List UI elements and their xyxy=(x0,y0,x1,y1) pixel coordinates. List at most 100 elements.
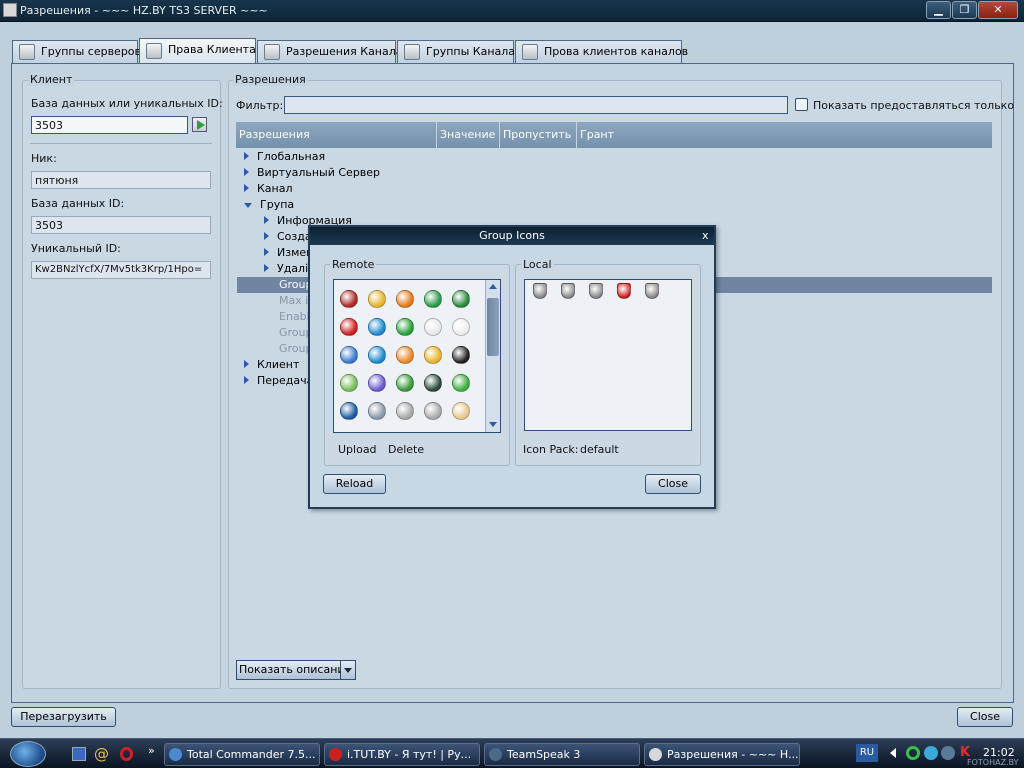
col-grant[interactable]: Грант xyxy=(577,122,992,148)
tab-label: Группы серверов xyxy=(41,45,142,58)
collapse-icon[interactable] xyxy=(244,203,252,208)
taskbar-task[interactable]: TeamSpeak 3 xyxy=(484,743,640,766)
heart-green-icon[interactable] xyxy=(452,374,470,392)
minus-icon[interactable] xyxy=(396,402,414,420)
star-blue-icon[interactable] xyxy=(340,346,358,364)
window-titlebar[interactable]: Разрешения - ~~~ HZ.BY TS3 SERVER ~~~ ▁ … xyxy=(0,0,1024,22)
show-description-dropdown[interactable] xyxy=(340,660,356,680)
expand-icon[interactable] xyxy=(264,232,269,240)
tree-row[interactable]: Канал xyxy=(237,181,992,197)
remote-legend: Remote xyxy=(330,258,377,271)
permissions-table-header: Разрешения Значение Пропустить Грант xyxy=(236,122,992,148)
start-button[interactable] xyxy=(10,741,46,767)
teamspeak-tray-icon[interactable] xyxy=(941,746,955,760)
computer-icon[interactable] xyxy=(368,402,386,420)
rss-icon[interactable] xyxy=(396,290,414,308)
lookup-button[interactable] xyxy=(192,117,207,132)
sticky-note-icon[interactable] xyxy=(368,290,386,308)
remote-scrollbar[interactable] xyxy=(485,280,500,432)
scroll-thumb[interactable] xyxy=(487,298,499,356)
dialog-reload-button[interactable]: Reload xyxy=(323,474,386,494)
icq-icon[interactable] xyxy=(906,746,920,760)
opera-icon[interactable] xyxy=(120,747,133,761)
filter-label: Фильтр: xyxy=(236,99,284,112)
tab-channel-client-perms[interactable]: Прова клиентов каналов xyxy=(515,40,688,63)
shield-red-icon[interactable] xyxy=(617,283,631,299)
expand-icon[interactable] xyxy=(244,184,249,192)
plus-icon[interactable] xyxy=(396,374,414,392)
db-or-uid-input[interactable]: 3503 xyxy=(31,116,188,134)
delete-button[interactable]: Delete xyxy=(388,443,424,456)
maximize-button[interactable]: ❐ xyxy=(952,1,977,19)
expand-icon[interactable] xyxy=(244,360,249,368)
language-indicator[interactable]: RU xyxy=(856,744,878,762)
tab-client-rights[interactable]: Права Клиента xyxy=(139,38,256,64)
expand-icon[interactable] xyxy=(244,152,249,160)
expand-icon[interactable] xyxy=(264,216,269,224)
task-list: Total Commander 7.5... i.TUT.BY - Я тут! … xyxy=(164,739,844,768)
dialog-close-button[interactable]: Close xyxy=(645,474,701,494)
tree-row[interactable]: Група xyxy=(237,197,992,213)
scroll-up-icon[interactable] xyxy=(489,284,497,289)
filter-input[interactable] xyxy=(284,96,788,114)
shield-gray-icon[interactable] xyxy=(533,283,547,299)
eye-icon[interactable] xyxy=(340,402,358,420)
show-description-button[interactable]: Показать описание xyxy=(236,660,351,680)
tree-row[interactable]: Виртуальный Сервер xyxy=(237,165,992,181)
col-permission[interactable]: Разрешения xyxy=(236,122,437,148)
dialog-close-icon[interactable]: x xyxy=(702,229,712,243)
shield-server-icon[interactable] xyxy=(561,283,575,299)
scroll-down-icon[interactable] xyxy=(489,422,497,427)
taskbar-task[interactable]: i.TUT.BY - Я тут! | Ру... xyxy=(324,743,480,766)
save-icon[interactable] xyxy=(72,747,86,761)
tree-row-label: Клиент xyxy=(257,358,300,371)
taskbar-task[interactable]: Total Commander 7.5... xyxy=(164,743,320,766)
speech-bubble-icon[interactable] xyxy=(424,318,442,336)
col-skip[interactable]: Пропустить xyxy=(500,122,577,148)
skype-green-icon[interactable] xyxy=(396,318,414,336)
minimize-button[interactable]: ▁ xyxy=(926,1,951,19)
settings-icon[interactable] xyxy=(424,402,442,420)
col-value[interactable]: Значение xyxy=(437,122,500,148)
icon-pack-label: Icon Pack: xyxy=(523,443,579,456)
excel-icon[interactable] xyxy=(452,290,470,308)
star-burst-icon[interactable] xyxy=(340,290,358,308)
shield-s-icon[interactable] xyxy=(589,283,603,299)
remote-icon-list[interactable] xyxy=(333,279,501,433)
expand-icon[interactable] xyxy=(264,248,269,256)
close-button[interactable]: Close xyxy=(957,707,1013,727)
tree-row[interactable]: Глобальная xyxy=(237,149,992,165)
upload-button[interactable]: Upload xyxy=(338,443,377,456)
skype-red-icon[interactable] xyxy=(340,318,358,336)
client-rights-icon xyxy=(146,43,162,59)
skype-icon[interactable] xyxy=(368,346,386,364)
local-icon-list[interactable] xyxy=(524,279,692,431)
tree-row-label: Канал xyxy=(257,182,293,195)
mail-icon[interactable]: @ xyxy=(94,745,110,763)
flower-icon[interactable] xyxy=(396,346,414,364)
gear-green-icon[interactable] xyxy=(340,374,358,392)
drill-icon[interactable] xyxy=(424,346,442,364)
network-icon[interactable] xyxy=(924,746,938,760)
counter-strike-icon[interactable] xyxy=(452,318,470,336)
puzzle-icon[interactable] xyxy=(368,374,386,392)
expand-icon[interactable] xyxy=(244,376,249,384)
skype-blue-icon[interactable] xyxy=(368,318,386,336)
shield-v-icon[interactable] xyxy=(645,283,659,299)
close-window-button[interactable]: ✕ xyxy=(978,1,1018,19)
expand-icon[interactable] xyxy=(264,264,269,272)
show-granted-checkbox[interactable] xyxy=(795,98,808,111)
tab-server-groups[interactable]: Группы серверов xyxy=(12,40,142,63)
yin-yang-icon[interactable] xyxy=(452,346,470,364)
tab-channel-groups[interactable]: Группы Канала xyxy=(397,40,515,63)
document-green-icon[interactable] xyxy=(424,290,442,308)
expand-icon[interactable] xyxy=(244,168,249,176)
tab-channel-perms[interactable]: Разрешения Канала xyxy=(257,40,403,63)
more-icon[interactable]: » xyxy=(148,744,155,757)
cup-icon[interactable] xyxy=(452,402,470,420)
reload-button[interactable]: Перезагрузить xyxy=(11,707,116,727)
local-legend: Local xyxy=(521,258,554,271)
tray-expand-icon[interactable] xyxy=(890,748,896,758)
taskbar-task[interactable]: Разрешения - ~~~ H... xyxy=(644,743,800,766)
soldier-icon[interactable] xyxy=(424,374,442,392)
